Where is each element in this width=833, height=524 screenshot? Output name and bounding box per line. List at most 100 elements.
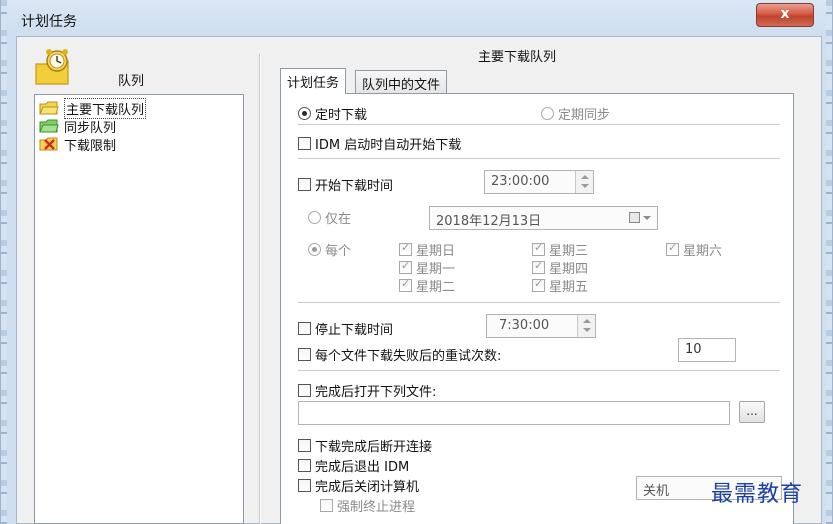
checkbox-box (298, 178, 311, 191)
timed-download-radio[interactable]: 定时下载 (298, 104, 367, 123)
retry-count-value: 10 (685, 342, 702, 357)
stop-time-spinner[interactable] (577, 315, 595, 337)
day-checkbox-tuesday[interactable]: 星期二 (399, 276, 455, 295)
retry-count-input[interactable]: 10 (678, 338, 736, 362)
periodic-sync-radio[interactable]: 定期同步 (541, 104, 610, 123)
close-button[interactable]: x (756, 3, 814, 27)
queue-item-label: 主要下载队列 (64, 97, 147, 119)
open-file-checkbox[interactable]: 完成后打开下列文件: (298, 381, 436, 400)
day-checkbox-sunday[interactable]: 星期日 (399, 240, 455, 259)
radio-dot (308, 211, 321, 224)
pane-title: 主要下载队列 (478, 50, 557, 65)
radio-dot (541, 107, 554, 120)
tab-schedule[interactable]: 计划任务 (280, 68, 347, 94)
queue-item-limit[interactable]: 下载限制 (39, 135, 117, 154)
timed-download-label: 定时下载 (315, 108, 368, 123)
open-file-label: 完成后打开下列文件: (315, 385, 437, 400)
hang-up-label: 下载完成后断开连接 (315, 440, 433, 455)
alarm-clock-folder-icon (35, 49, 69, 85)
force-kill-label: 强制终止进程 (337, 500, 416, 515)
checkbox-box (532, 259, 545, 274)
only-on-date-picker[interactable]: 2018年12月13日 (429, 206, 658, 230)
checkbox-box (298, 348, 311, 361)
checkbox-box (298, 322, 311, 335)
checkbox-box (666, 241, 679, 256)
radio-dot (298, 107, 311, 120)
exit-idm-checkbox[interactable]: 完成后退出 IDM (298, 456, 409, 475)
day-label: 星期三 (549, 244, 589, 259)
every-radio[interactable]: 每个 (308, 240, 351, 259)
start-time-spinner[interactable] (575, 171, 593, 193)
shutdown-label: 完成后关闭计算机 (315, 480, 420, 495)
auto-start-idm-checkbox[interactable]: IDM 启动时自动开始下载 (298, 134, 461, 153)
separator (298, 124, 780, 126)
checkbox-box (532, 277, 545, 292)
checkbox-box (399, 277, 412, 292)
day-label: 星期日 (416, 244, 456, 259)
queue-item-sync[interactable]: 同步队列 (39, 117, 117, 136)
browse-button[interactable]: ... (739, 401, 765, 423)
checkbox-box (399, 259, 412, 274)
force-kill-checkbox[interactable]: 强制终止进程 (320, 496, 415, 515)
separator (298, 302, 780, 304)
only-on-date-value: 2018年12月13日 (436, 214, 542, 229)
checkbox-box (298, 459, 311, 472)
window-title: 计划任务 (21, 14, 77, 30)
day-checkbox-wednesday[interactable]: 星期三 (532, 240, 588, 259)
open-file-path-input[interactable] (298, 401, 730, 425)
queue-item-label: 下载限制 (64, 138, 117, 154)
exit-idm-label: 完成后退出 IDM (315, 460, 410, 475)
stop-time-label: 停止下载时间 (315, 323, 394, 338)
checkbox-box (399, 241, 412, 256)
checkbox-box (320, 499, 333, 512)
stop-time-checkbox[interactable]: 停止下载时间 (298, 319, 393, 338)
day-label: 星期五 (549, 280, 589, 295)
stop-time-input[interactable]: 7:30:00 (486, 314, 596, 338)
title-bar[interactable]: 计划任务 x (1, 0, 833, 38)
retry-checkbox[interactable]: 每个文件下载失败后的重试次数: (298, 345, 501, 364)
tab-queue-files[interactable]: 队列中的文件 (355, 70, 448, 94)
watermark-text: 最需教育 (711, 482, 804, 507)
start-time-checkbox[interactable]: 开始下载时间 (298, 175, 393, 194)
separator (298, 158, 780, 160)
checkbox-box (298, 137, 311, 150)
queue-item-main[interactable]: 主要下载队列 (39, 97, 147, 119)
checkbox-box (298, 384, 311, 397)
day-checkbox-monday[interactable]: 星期一 (399, 258, 455, 277)
checkbox-box (298, 439, 311, 452)
hang-up-checkbox[interactable]: 下载完成后断开连接 (298, 436, 432, 455)
queue-header: 队列 (118, 74, 145, 89)
checkbox-box (298, 479, 311, 492)
separator (298, 370, 780, 372)
limit-folder-x-icon (39, 137, 58, 151)
radio-dot (308, 243, 321, 256)
only-on-label: 仅在 (325, 212, 352, 227)
green-folder-icon (39, 119, 59, 133)
window-left-edge (1, 0, 7, 524)
start-time-label: 开始下载时间 (315, 179, 394, 194)
day-checkbox-friday[interactable]: 星期五 (532, 276, 588, 295)
auto-start-idm-label: IDM 启动时自动开始下载 (315, 138, 462, 153)
start-time-value: 23:00:00 (491, 174, 550, 189)
yellow-folder-icon (39, 101, 59, 115)
periodic-sync-label: 定期同步 (558, 108, 611, 123)
day-label: 星期六 (683, 244, 723, 259)
day-label: 星期二 (416, 280, 456, 295)
only-on-radio[interactable]: 仅在 (308, 208, 351, 227)
retry-label: 每个文件下载失败后的重试次数: (315, 349, 502, 364)
day-label: 星期一 (416, 262, 456, 277)
day-label: 星期四 (549, 262, 589, 277)
start-time-input[interactable]: 23:00:00 (484, 170, 594, 194)
shutdown-checkbox[interactable]: 完成后关闭计算机 (298, 476, 419, 495)
day-checkbox-thursday[interactable]: 星期四 (532, 258, 588, 277)
calendar-dropdown-icon[interactable] (625, 207, 657, 229)
stop-time-value: 7:30:00 (499, 318, 550, 333)
day-checkbox-saturday[interactable]: 星期六 (666, 240, 722, 259)
checkbox-box (532, 241, 545, 256)
pane-splitter[interactable] (259, 54, 261, 524)
window-right-edge (826, 0, 832, 524)
queue-item-label: 同步队列 (64, 120, 117, 136)
every-label: 每个 (325, 244, 352, 259)
shutdown-mode-value: 关机 (643, 484, 670, 499)
queue-list[interactable]: 主要下载队列 同步队列 下载限制 (34, 94, 244, 524)
